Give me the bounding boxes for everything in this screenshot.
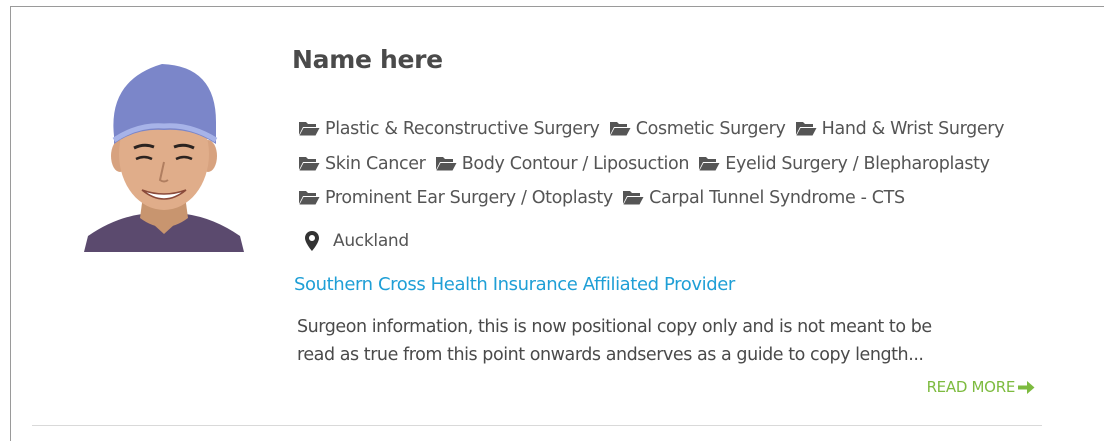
divider (32, 425, 1042, 426)
affiliation-link[interactable]: Southern Cross Health Insurance Affiliat… (294, 274, 735, 295)
location-label: Auckland (333, 231, 409, 251)
folder-open-icon (299, 191, 320, 205)
specialty-item[interactable]: Body Contour / Liposuction (435, 154, 689, 174)
map-marker-icon (305, 231, 319, 251)
folder-open-icon (795, 122, 817, 136)
specialty-label: Eyelid Surgery / Blepharoplasty (725, 153, 990, 174)
surgeon-photo (84, 58, 244, 252)
folder-open-icon (623, 191, 644, 205)
specialty-item[interactable]: Skin Cancer (298, 154, 426, 174)
specialty-label: Hand & Wrist Surgery (821, 119, 1005, 139)
surgeon-name: Name here (292, 45, 443, 74)
specialty-label: Cosmetic Surgery (635, 119, 786, 139)
specialty-label: Plastic & Reconstructive Surgery (325, 119, 600, 139)
specialty-label: Skin Cancer (325, 153, 426, 174)
description-line: read as true from this point onwards and… (297, 345, 924, 365)
specialty-list: Plastic & Reconstructive Surgery Cosmeti… (298, 112, 1058, 216)
folder-open-icon (699, 156, 720, 170)
specialty-item[interactable]: Hand & Wrist Surgery (795, 119, 1005, 139)
specialty-label: Carpal Tunnel Syndrome - CTS (649, 188, 905, 208)
read-more-label: READ MORE (926, 378, 1016, 396)
specialty-label: Body Contour / Liposuction (461, 153, 690, 174)
read-more-link[interactable]: READ MORE (927, 378, 1035, 396)
arrow-right-icon (1018, 380, 1035, 394)
specialty-item[interactable]: Cosmetic Surgery (609, 119, 786, 139)
specialty-item[interactable]: Carpal Tunnel Syndrome - CTS (622, 188, 905, 208)
specialty-item[interactable]: Eyelid Surgery / Blepharoplasty (698, 153, 990, 174)
folder-open-icon (299, 156, 320, 170)
description-line: Surgeon information, this is now positio… (297, 317, 932, 337)
specialty-label: Prominent Ear Surgery / Otoplasty (325, 188, 613, 208)
folder-open-icon (435, 156, 457, 170)
folder-open-icon (609, 122, 631, 136)
location: Auckland (305, 226, 409, 256)
surgeon-description: Surgeon information, this is now positio… (297, 313, 997, 369)
folder-open-icon (299, 122, 320, 136)
specialty-item[interactable]: Prominent Ear Surgery / Otoplasty (298, 188, 613, 208)
specialty-item[interactable]: Plastic & Reconstructive Surgery (298, 119, 600, 139)
